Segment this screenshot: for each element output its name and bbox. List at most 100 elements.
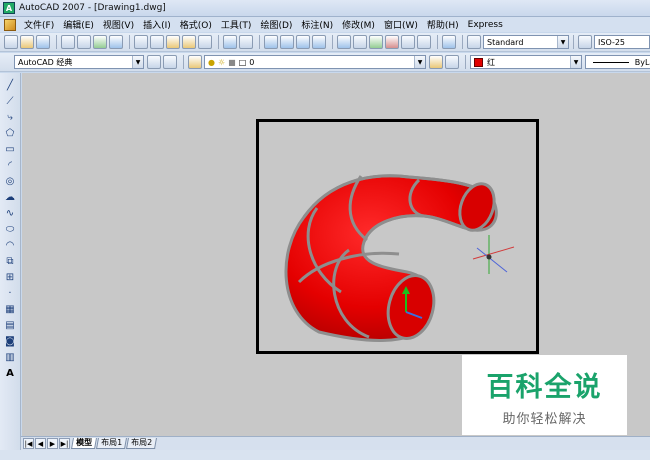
text-style-select[interactable]: Standard ▼ — [483, 35, 569, 49]
new-file-icon[interactable] — [4, 35, 18, 49]
properties-icon[interactable] — [337, 35, 351, 49]
toolbar-separator — [332, 35, 333, 49]
chevron-down-icon[interactable]: ▼ — [132, 56, 143, 68]
standard-toolbar: Standard ▼ ISO-25 — [0, 33, 650, 52]
redo-icon[interactable] — [239, 35, 253, 49]
menu-bar: 文件(F) 编辑(E) 视图(V) 插入(I) 格式(O) 工具(T) 绘图(D… — [0, 17, 650, 32]
make-current-layer-icon[interactable] — [429, 55, 443, 69]
tab-layout1[interactable]: 布局1 — [96, 438, 128, 449]
block-editor-icon[interactable] — [198, 35, 212, 49]
save-icon[interactable] — [36, 35, 50, 49]
ellipse-icon[interactable]: ⬭ — [4, 223, 17, 236]
match-properties-icon[interactable] — [182, 35, 196, 49]
tab-layout2[interactable]: 布局2 — [126, 438, 158, 449]
next-tab-icon[interactable]: ▶ — [47, 438, 58, 449]
layer-color-icon: □ — [238, 57, 247, 67]
arc-icon[interactable]: ◜ — [4, 159, 17, 172]
publish-icon[interactable] — [93, 35, 107, 49]
dimension-style-select[interactable]: ISO-25 — [594, 35, 650, 49]
color-select[interactable]: 红 ▼ — [470, 55, 582, 69]
autocad-app-icon[interactable]: A — [3, 2, 15, 14]
calculator-icon[interactable] — [417, 35, 431, 49]
polyline-icon[interactable]: ⤷ — [4, 111, 17, 124]
print-icon[interactable] — [61, 35, 75, 49]
viewport-frame[interactable] — [256, 119, 539, 354]
zoom-previous-icon[interactable] — [312, 35, 326, 49]
first-tab-icon[interactable]: |◀ — [23, 438, 34, 449]
document-icon[interactable] — [4, 18, 16, 31]
polygon-icon[interactable]: ⬠ — [4, 127, 17, 140]
zoom-realtime-icon[interactable] — [280, 35, 294, 49]
layer-select[interactable]: ● ☼ ■ □ 0 ▼ — [204, 55, 426, 69]
menu-help[interactable]: 帮助(H) — [427, 18, 459, 31]
pan-icon[interactable] — [264, 35, 278, 49]
spline-icon[interactable]: ∿ — [4, 207, 17, 220]
status-bar — [0, 450, 650, 460]
menu-view[interactable]: 视图(V) — [103, 18, 134, 31]
layer-previous-icon[interactable] — [445, 55, 459, 69]
tool-palettes-icon[interactable] — [369, 35, 383, 49]
toolbar-separator — [462, 35, 463, 49]
menu-express[interactable]: Express — [468, 20, 503, 30]
paste-icon[interactable] — [166, 35, 180, 49]
linetype-select[interactable]: ByLaye — [585, 55, 650, 69]
zoom-window-icon[interactable] — [296, 35, 310, 49]
layout-tab-bar: |◀ ◀ ▶ ▶| 模型 布局1 布局2 — [21, 436, 650, 450]
workspace-select[interactable]: AutoCAD 经典 ▼ — [14, 55, 144, 69]
help-icon[interactable] — [442, 35, 456, 49]
menu-insert[interactable]: 插入(I) — [143, 18, 171, 31]
chevron-down-icon[interactable]: ▼ — [570, 56, 581, 68]
my-workspace-icon[interactable] — [163, 55, 177, 69]
text-style-value: Standard — [487, 37, 524, 47]
multiline-text-icon[interactable]: A — [4, 367, 17, 380]
design-center-icon[interactable] — [353, 35, 367, 49]
menu-format[interactable]: 格式(O) — [180, 18, 212, 31]
point-icon[interactable]: · — [4, 287, 17, 300]
insert-block-icon[interactable]: ⧉ — [4, 255, 17, 268]
menu-modify[interactable]: 修改(M) — [342, 18, 375, 31]
line-icon[interactable]: ╱ — [4, 79, 17, 92]
toolbar-separator — [259, 35, 260, 49]
revision-cloud-icon[interactable]: ☁ — [4, 191, 17, 204]
menu-window[interactable]: 窗口(W) — [384, 18, 418, 31]
toolbar-separator — [218, 35, 219, 49]
watermark-subtitle: 助你轻松解决 — [502, 412, 587, 427]
gradient-icon[interactable]: ▤ — [4, 319, 17, 332]
markup-icon[interactable] — [401, 35, 415, 49]
plot-preview-icon[interactable] — [77, 35, 91, 49]
rectangle-icon[interactable]: ▭ — [4, 143, 17, 156]
cut-icon[interactable] — [134, 35, 148, 49]
menu-draw[interactable]: 绘图(D) — [260, 18, 292, 31]
menu-tools[interactable]: 工具(T) — [221, 18, 252, 31]
circle-icon[interactable]: ◎ — [4, 175, 17, 188]
construction-line-icon[interactable]: ⟋ — [4, 95, 17, 108]
3d-dwf-icon[interactable] — [109, 35, 123, 49]
tab-model[interactable]: 模型 — [71, 438, 97, 449]
chevron-down-icon[interactable]: ▼ — [557, 36, 568, 48]
menu-dimension[interactable]: 标注(N) — [301, 18, 333, 31]
region-icon[interactable]: ◙ — [4, 335, 17, 348]
menu-edit[interactable]: 编辑(E) — [63, 18, 94, 31]
hatch-icon[interactable]: ▦ — [4, 303, 17, 316]
make-block-icon[interactable]: ⊞ — [4, 271, 17, 284]
lightbulb-icon: ● — [208, 57, 215, 67]
draw-toolbar: ╱ ⟋ ⤷ ⬠ ▭ ◜ ◎ ☁ ∿ ⬭ ◠ ⧉ ⊞ · ▦ ▤ ◙ ▥ A — [0, 73, 21, 460]
torus-model — [284, 174, 515, 342]
workspace-settings-icon[interactable] — [147, 55, 161, 69]
toolbar-separator — [129, 35, 130, 49]
menu-file[interactable]: 文件(F) — [24, 18, 54, 31]
table-icon[interactable]: ▥ — [4, 351, 17, 364]
layer-properties-icon[interactable] — [188, 55, 202, 69]
linetype-sample — [593, 61, 629, 63]
prev-tab-icon[interactable]: ◀ — [35, 438, 46, 449]
text-style-icon[interactable] — [467, 35, 481, 49]
color-swatch — [474, 57, 483, 67]
undo-icon[interactable] — [223, 35, 237, 49]
ellipse-arc-icon[interactable]: ◠ — [4, 239, 17, 252]
copy-icon[interactable] — [150, 35, 164, 49]
chevron-down-icon[interactable]: ▼ — [414, 56, 425, 68]
open-file-icon[interactable] — [20, 35, 34, 49]
last-tab-icon[interactable]: ▶| — [59, 438, 70, 449]
sheet-set-icon[interactable] — [385, 35, 399, 49]
dimension-style-icon[interactable] — [578, 35, 592, 49]
